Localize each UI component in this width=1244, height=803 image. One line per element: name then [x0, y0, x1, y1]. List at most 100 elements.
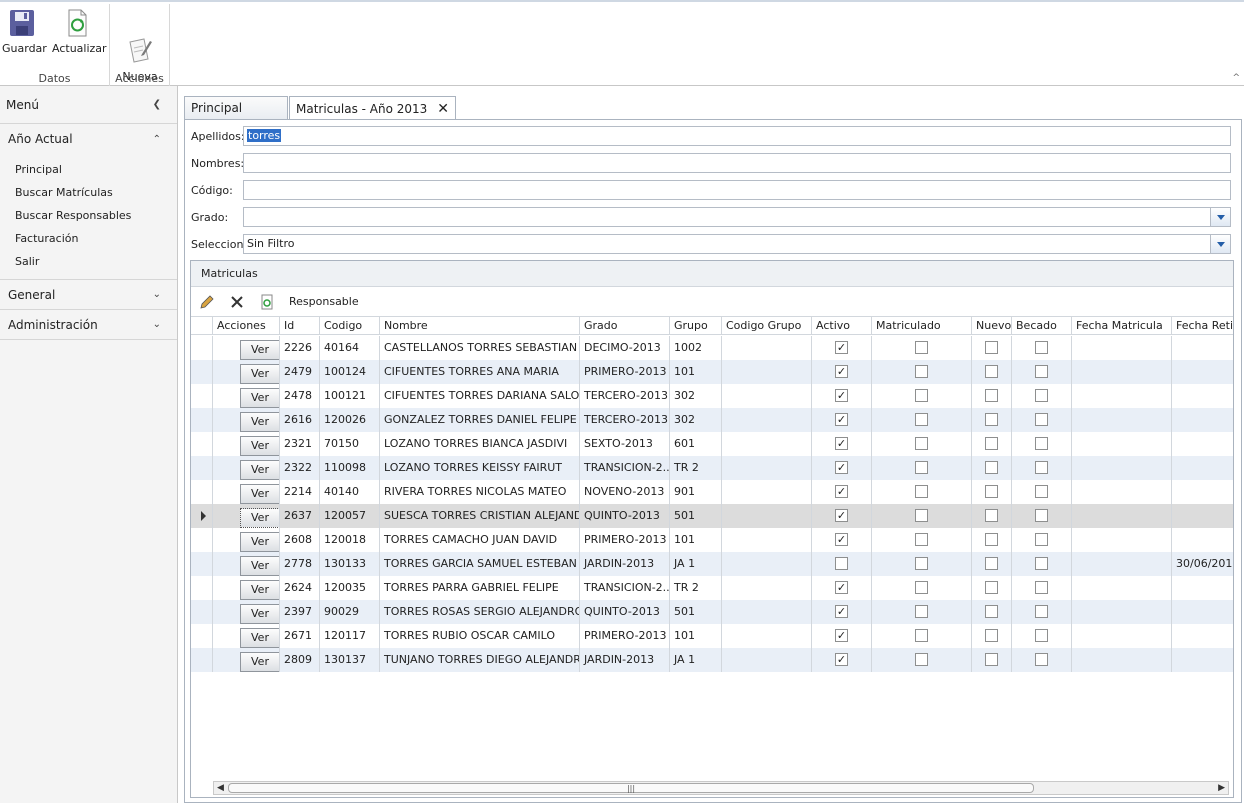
delete-icon[interactable] — [229, 294, 245, 310]
table-row[interactable]: Ver 2214 40140 RIVERA TORRES NICOLAS MATEO N… — [191, 480, 1233, 504]
becado-checkbox[interactable] — [1035, 581, 1048, 594]
matriculado-checkbox[interactable] — [915, 485, 928, 498]
activo-checkbox[interactable]: ✓ — [835, 509, 848, 522]
tab-principal[interactable]: Principal — [184, 96, 288, 119]
becado-checkbox[interactable] — [1035, 653, 1048, 666]
column-header[interactable]: Becado — [1012, 317, 1072, 335]
ver-button[interactable]: Ver — [240, 364, 279, 384]
nuevo-checkbox[interactable] — [985, 653, 998, 666]
becado-checkbox[interactable] — [1035, 341, 1048, 354]
scroll-thumb[interactable]: ||| — [228, 783, 1034, 793]
table-row[interactable]: Ver 2322 110098 LOZANO TORRES KEISSY FAIRUT… — [191, 456, 1233, 480]
ver-button[interactable]: Ver — [240, 340, 279, 360]
becado-checkbox[interactable] — [1035, 365, 1048, 378]
scroll-right-icon[interactable]: ▶ — [1218, 783, 1225, 793]
sidebar-item-principal[interactable]: Principal — [0, 158, 177, 181]
table-row[interactable]: Ver 2637 120057 SUESCA TORRES CRISTIAN ALEJ… — [191, 504, 1233, 528]
becado-checkbox[interactable] — [1035, 437, 1048, 450]
collapse-left-icon[interactable]: ❮ — [153, 99, 161, 110]
activo-checkbox[interactable]: ✓ — [835, 365, 848, 378]
activo-checkbox[interactable]: ✓ — [835, 581, 848, 594]
column-header[interactable]: Matriculado — [872, 317, 972, 335]
becado-checkbox[interactable] — [1035, 413, 1048, 426]
row-indicator[interactable] — [191, 432, 213, 456]
matriculado-checkbox[interactable] — [915, 413, 928, 426]
sidebar-item-buscar-responsables[interactable]: Buscar Responsables — [0, 204, 177, 227]
row-indicator[interactable] — [191, 576, 213, 600]
matriculado-checkbox[interactable] — [915, 629, 928, 642]
column-header[interactable]: Codigo — [320, 317, 380, 335]
becado-checkbox[interactable] — [1035, 557, 1048, 570]
matriculado-checkbox[interactable] — [915, 341, 928, 354]
ver-button[interactable]: Ver — [240, 532, 279, 552]
dropdown-arrow-icon[interactable] — [1210, 235, 1230, 253]
ver-button[interactable]: Ver — [240, 508, 279, 528]
matriculado-checkbox[interactable] — [915, 557, 928, 570]
activo-checkbox[interactable]: ✓ — [835, 389, 848, 402]
ver-button[interactable]: Ver — [240, 412, 279, 432]
activo-checkbox[interactable]: ✓ — [835, 437, 848, 450]
sidebar-section-ano-actual[interactable]: Año Actual ⌃ — [0, 124, 177, 154]
column-header[interactable]: Id — [280, 317, 320, 335]
row-indicator[interactable] — [191, 456, 213, 480]
close-icon[interactable]: ✕ — [437, 101, 449, 117]
row-indicator[interactable] — [191, 624, 213, 648]
ver-button[interactable]: Ver — [240, 460, 279, 480]
nuevo-checkbox[interactable] — [985, 557, 998, 570]
matriculado-checkbox[interactable] — [915, 389, 928, 402]
becado-checkbox[interactable] — [1035, 509, 1048, 522]
seleccion-select[interactable]: Sin Filtro — [243, 234, 1231, 254]
table-row[interactable]: Ver 2671 120117 TORRES RUBIO OSCAR CAMILO PR… — [191, 624, 1233, 648]
nuevo-checkbox[interactable] — [985, 533, 998, 546]
sidebar-item-salir[interactable]: Salir — [0, 250, 177, 273]
nuevo-checkbox[interactable] — [985, 413, 998, 426]
ver-button[interactable]: Ver — [240, 436, 279, 456]
nuevo-checkbox[interactable] — [985, 485, 998, 498]
column-header[interactable]: Codigo Grupo — [722, 317, 812, 335]
actualizar-button[interactable]: Actualizar — [52, 8, 107, 56]
row-indicator[interactable] — [191, 552, 213, 576]
row-indicator[interactable] — [191, 384, 213, 408]
becado-checkbox[interactable] — [1035, 629, 1048, 642]
table-row[interactable]: Ver 2226 40164 CASTELLANOS TORRES SEBASTIAN… — [191, 336, 1233, 360]
grado-select[interactable] — [243, 207, 1231, 227]
dropdown-arrow-icon[interactable] — [1210, 208, 1230, 226]
nuevo-checkbox[interactable] — [985, 341, 998, 354]
pencil-icon[interactable] — [199, 294, 215, 310]
column-header[interactable]: Fecha Matricula — [1072, 317, 1172, 335]
matriculado-checkbox[interactable] — [915, 509, 928, 522]
nuevo-checkbox[interactable] — [985, 365, 998, 378]
activo-checkbox[interactable]: ✓ — [835, 629, 848, 642]
row-indicator[interactable] — [191, 504, 213, 528]
ribbon-collapse-icon[interactable]: ^ — [1232, 73, 1240, 83]
ver-button[interactable]: Ver — [240, 628, 279, 648]
becado-checkbox[interactable] — [1035, 389, 1048, 402]
sidebar-section-general[interactable]: General ⌄ — [0, 280, 177, 310]
table-row[interactable]: Ver 2809 130137 TUNJANO TORRES DIEGO ALEJAN… — [191, 648, 1233, 672]
ver-button[interactable]: Ver — [240, 580, 279, 600]
column-header[interactable]: Activo — [812, 317, 872, 335]
activo-checkbox[interactable]: ✓ — [835, 653, 848, 666]
becado-checkbox[interactable] — [1035, 461, 1048, 474]
guardar-button[interactable]: Guardar — [2, 8, 47, 56]
becado-checkbox[interactable] — [1035, 605, 1048, 618]
nuevo-checkbox[interactable] — [985, 461, 998, 474]
activo-checkbox[interactable]: ✓ — [835, 413, 848, 426]
table-row[interactable]: Ver 2478 100121 CIFUENTES TORRES DARIANA SA… — [191, 384, 1233, 408]
activo-checkbox[interactable] — [835, 557, 848, 570]
tab-matriculas[interactable]: Matriculas - Año 2013 ✕ — [289, 96, 457, 120]
sidebar-item-facturacion[interactable]: Facturación — [0, 227, 177, 250]
ver-button[interactable]: Ver — [240, 556, 279, 576]
row-indicator[interactable] — [191, 336, 213, 360]
activo-checkbox[interactable]: ✓ — [835, 533, 848, 546]
column-header[interactable]: Fecha Retiro — [1172, 317, 1233, 335]
horizontal-scrollbar[interactable]: ◀ ||| ▶ — [213, 781, 1229, 795]
row-indicator[interactable] — [191, 600, 213, 624]
table-row[interactable]: Ver 2624 120035 TORRES PARRA GABRIEL FELIPE… — [191, 576, 1233, 600]
nuevo-checkbox[interactable] — [985, 581, 998, 594]
matriculado-checkbox[interactable] — [915, 653, 928, 666]
matriculado-checkbox[interactable] — [915, 605, 928, 618]
matriculado-checkbox[interactable] — [915, 581, 928, 594]
nuevo-checkbox[interactable] — [985, 629, 998, 642]
activo-checkbox[interactable]: ✓ — [835, 485, 848, 498]
